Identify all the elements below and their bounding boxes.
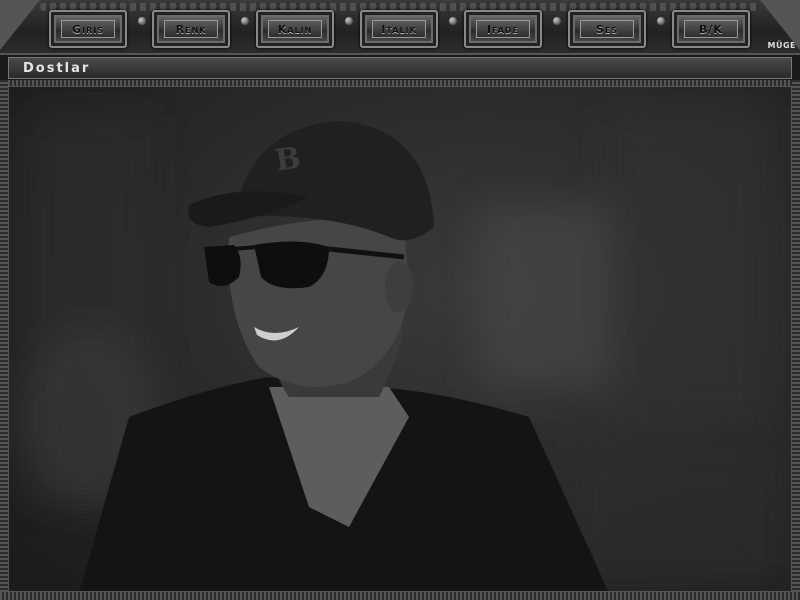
bk-label: B/K [699,22,723,36]
bk-button[interactable]: B/K [672,10,750,48]
window-title: Dostlar [23,60,91,76]
kalin-button[interactable]: Kalin [256,10,334,48]
rivet-icon [657,17,665,25]
window-titlebar: Dostlar [8,57,792,79]
rivet-icon [345,17,353,25]
rivet-icon [241,17,249,25]
renk-button[interactable]: Renk [152,10,230,48]
rivet-icon [449,17,457,25]
ifade-button[interactable]: Ifade [464,10,542,48]
giris-button[interactable]: Giris [49,10,127,48]
renk-label: Renk [175,22,207,36]
kalin-label: Kalin [277,22,313,36]
frame-left-rail [0,80,8,600]
toolbar: Giris Renk Kalin Italik Ifade Ses B/K MÜ… [0,0,800,55]
rivet-icon [553,17,561,25]
ses-label: Ses [595,22,619,36]
brand-signature: MÜGE [767,41,796,50]
photo-icon: B [9,87,791,591]
giris-label: Giris [72,22,104,36]
rivet-icon [138,17,146,25]
ifade-label: Ifade [487,22,519,36]
frame-right-rail [792,80,800,600]
photo-frame: B [8,86,792,592]
frame-bottom-rail [0,592,800,600]
italik-button[interactable]: Italik [360,10,438,48]
svg-text:B: B [273,141,303,179]
italik-label: Italik [381,22,417,36]
ses-button[interactable]: Ses [568,10,646,48]
